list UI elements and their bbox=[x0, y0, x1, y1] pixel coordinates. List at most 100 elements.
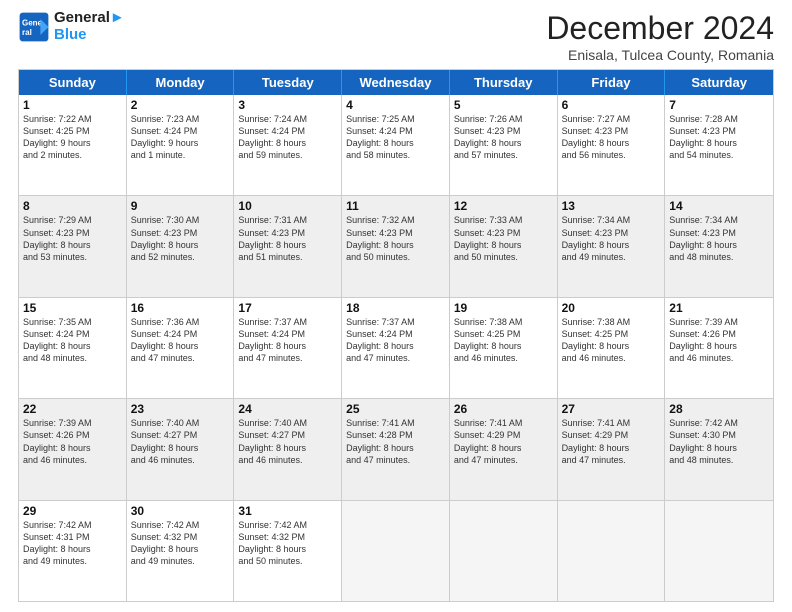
cell-info: Sunrise: 7:24 AMSunset: 4:24 PMDaylight:… bbox=[238, 113, 337, 162]
month-title: December 2024 bbox=[546, 10, 774, 47]
cell-info: Sunrise: 7:35 AMSunset: 4:24 PMDaylight:… bbox=[23, 316, 122, 365]
day-number: 11 bbox=[346, 199, 445, 213]
day-number: 24 bbox=[238, 402, 337, 416]
day-number: 20 bbox=[562, 301, 661, 315]
calendar-cell-24: 24Sunrise: 7:40 AMSunset: 4:27 PMDayligh… bbox=[234, 399, 342, 499]
calendar-cell-empty-6 bbox=[665, 501, 773, 601]
cell-info: Sunrise: 7:41 AMSunset: 4:29 PMDaylight:… bbox=[454, 417, 553, 466]
calendar-cell-21: 21Sunrise: 7:39 AMSunset: 4:26 PMDayligh… bbox=[665, 298, 773, 398]
logo-line1: General► bbox=[54, 10, 125, 27]
cell-info: Sunrise: 7:34 AMSunset: 4:23 PMDaylight:… bbox=[562, 214, 661, 263]
day-number: 4 bbox=[346, 98, 445, 112]
cell-info: Sunrise: 7:29 AMSunset: 4:23 PMDaylight:… bbox=[23, 214, 122, 263]
day-number: 6 bbox=[562, 98, 661, 112]
cell-info: Sunrise: 7:28 AMSunset: 4:23 PMDaylight:… bbox=[669, 113, 769, 162]
cell-info: Sunrise: 7:22 AMSunset: 4:25 PMDaylight:… bbox=[23, 113, 122, 162]
calendar-cell-28: 28Sunrise: 7:42 AMSunset: 4:30 PMDayligh… bbox=[665, 399, 773, 499]
cell-info: Sunrise: 7:41 AMSunset: 4:28 PMDaylight:… bbox=[346, 417, 445, 466]
day-number: 19 bbox=[454, 301, 553, 315]
day-number: 18 bbox=[346, 301, 445, 315]
day-number: 9 bbox=[131, 199, 230, 213]
calendar-cell-20: 20Sunrise: 7:38 AMSunset: 4:25 PMDayligh… bbox=[558, 298, 666, 398]
calendar: SundayMondayTuesdayWednesdayThursdayFrid… bbox=[18, 69, 774, 602]
day-number: 13 bbox=[562, 199, 661, 213]
cell-info: Sunrise: 7:36 AMSunset: 4:24 PMDaylight:… bbox=[131, 316, 230, 365]
calendar-cell-12: 12Sunrise: 7:33 AMSunset: 4:23 PMDayligh… bbox=[450, 196, 558, 296]
calendar-cell-15: 15Sunrise: 7:35 AMSunset: 4:24 PMDayligh… bbox=[19, 298, 127, 398]
header-day-friday: Friday bbox=[558, 70, 666, 95]
calendar-cell-8: 8Sunrise: 7:29 AMSunset: 4:23 PMDaylight… bbox=[19, 196, 127, 296]
calendar-cell-13: 13Sunrise: 7:34 AMSunset: 4:23 PMDayligh… bbox=[558, 196, 666, 296]
calendar-cell-31: 31Sunrise: 7:42 AMSunset: 4:32 PMDayligh… bbox=[234, 501, 342, 601]
day-number: 7 bbox=[669, 98, 769, 112]
calendar-cell-27: 27Sunrise: 7:41 AMSunset: 4:29 PMDayligh… bbox=[558, 399, 666, 499]
svg-text:ral: ral bbox=[22, 28, 32, 37]
cell-info: Sunrise: 7:30 AMSunset: 4:23 PMDaylight:… bbox=[131, 214, 230, 263]
cell-info: Sunrise: 7:42 AMSunset: 4:30 PMDaylight:… bbox=[669, 417, 769, 466]
cell-info: Sunrise: 7:33 AMSunset: 4:23 PMDaylight:… bbox=[454, 214, 553, 263]
logo-line2: Blue bbox=[54, 27, 125, 44]
logo-icon: Gene- ral bbox=[18, 11, 50, 43]
cell-info: Sunrise: 7:27 AMSunset: 4:23 PMDaylight:… bbox=[562, 113, 661, 162]
cell-info: Sunrise: 7:34 AMSunset: 4:23 PMDaylight:… bbox=[669, 214, 769, 263]
calendar-cell-18: 18Sunrise: 7:37 AMSunset: 4:24 PMDayligh… bbox=[342, 298, 450, 398]
day-number: 23 bbox=[131, 402, 230, 416]
day-number: 21 bbox=[669, 301, 769, 315]
calendar-row-3: 22Sunrise: 7:39 AMSunset: 4:26 PMDayligh… bbox=[19, 398, 773, 499]
cell-info: Sunrise: 7:37 AMSunset: 4:24 PMDaylight:… bbox=[346, 316, 445, 365]
cell-info: Sunrise: 7:31 AMSunset: 4:23 PMDaylight:… bbox=[238, 214, 337, 263]
day-number: 12 bbox=[454, 199, 553, 213]
calendar-cell-4: 4Sunrise: 7:25 AMSunset: 4:24 PMDaylight… bbox=[342, 95, 450, 195]
calendar-row-1: 8Sunrise: 7:29 AMSunset: 4:23 PMDaylight… bbox=[19, 195, 773, 296]
day-number: 8 bbox=[23, 199, 122, 213]
calendar-cell-29: 29Sunrise: 7:42 AMSunset: 4:31 PMDayligh… bbox=[19, 501, 127, 601]
calendar-cell-empty-4 bbox=[450, 501, 558, 601]
calendar-cell-11: 11Sunrise: 7:32 AMSunset: 4:23 PMDayligh… bbox=[342, 196, 450, 296]
logo-text-block: General► Blue bbox=[54, 10, 125, 43]
cell-info: Sunrise: 7:42 AMSunset: 4:32 PMDaylight:… bbox=[238, 519, 337, 568]
calendar-cell-23: 23Sunrise: 7:40 AMSunset: 4:27 PMDayligh… bbox=[127, 399, 235, 499]
cell-info: Sunrise: 7:25 AMSunset: 4:24 PMDaylight:… bbox=[346, 113, 445, 162]
day-number: 29 bbox=[23, 504, 122, 518]
calendar-row-0: 1Sunrise: 7:22 AMSunset: 4:25 PMDaylight… bbox=[19, 95, 773, 195]
header-day-thursday: Thursday bbox=[450, 70, 558, 95]
day-number: 25 bbox=[346, 402, 445, 416]
subtitle: Enisala, Tulcea County, Romania bbox=[546, 47, 774, 63]
day-number: 26 bbox=[454, 402, 553, 416]
cell-info: Sunrise: 7:38 AMSunset: 4:25 PMDaylight:… bbox=[454, 316, 553, 365]
calendar-cell-7: 7Sunrise: 7:28 AMSunset: 4:23 PMDaylight… bbox=[665, 95, 773, 195]
cell-info: Sunrise: 7:42 AMSunset: 4:32 PMDaylight:… bbox=[131, 519, 230, 568]
header-day-saturday: Saturday bbox=[665, 70, 773, 95]
calendar-cell-2: 2Sunrise: 7:23 AMSunset: 4:24 PMDaylight… bbox=[127, 95, 235, 195]
cell-info: Sunrise: 7:38 AMSunset: 4:25 PMDaylight:… bbox=[562, 316, 661, 365]
cell-info: Sunrise: 7:41 AMSunset: 4:29 PMDaylight:… bbox=[562, 417, 661, 466]
day-number: 1 bbox=[23, 98, 122, 112]
title-block: December 2024 Enisala, Tulcea County, Ro… bbox=[546, 10, 774, 63]
day-number: 14 bbox=[669, 199, 769, 213]
calendar-cell-empty-5 bbox=[558, 501, 666, 601]
calendar-row-2: 15Sunrise: 7:35 AMSunset: 4:24 PMDayligh… bbox=[19, 297, 773, 398]
cell-info: Sunrise: 7:40 AMSunset: 4:27 PMDaylight:… bbox=[131, 417, 230, 466]
calendar-cell-19: 19Sunrise: 7:38 AMSunset: 4:25 PMDayligh… bbox=[450, 298, 558, 398]
header-day-monday: Monday bbox=[127, 70, 235, 95]
cell-info: Sunrise: 7:39 AMSunset: 4:26 PMDaylight:… bbox=[23, 417, 122, 466]
day-number: 22 bbox=[23, 402, 122, 416]
calendar-cell-25: 25Sunrise: 7:41 AMSunset: 4:28 PMDayligh… bbox=[342, 399, 450, 499]
header-day-sunday: Sunday bbox=[19, 70, 127, 95]
day-number: 27 bbox=[562, 402, 661, 416]
cell-info: Sunrise: 7:40 AMSunset: 4:27 PMDaylight:… bbox=[238, 417, 337, 466]
logo: Gene- ral General► Blue bbox=[18, 10, 125, 43]
calendar-cell-16: 16Sunrise: 7:36 AMSunset: 4:24 PMDayligh… bbox=[127, 298, 235, 398]
page: Gene- ral General► Blue December 2024 En… bbox=[0, 0, 792, 612]
calendar-cell-5: 5Sunrise: 7:26 AMSunset: 4:23 PMDaylight… bbox=[450, 95, 558, 195]
calendar-cell-26: 26Sunrise: 7:41 AMSunset: 4:29 PMDayligh… bbox=[450, 399, 558, 499]
calendar-cell-6: 6Sunrise: 7:27 AMSunset: 4:23 PMDaylight… bbox=[558, 95, 666, 195]
calendar-header: SundayMondayTuesdayWednesdayThursdayFrid… bbox=[19, 70, 773, 95]
day-number: 3 bbox=[238, 98, 337, 112]
calendar-cell-30: 30Sunrise: 7:42 AMSunset: 4:32 PMDayligh… bbox=[127, 501, 235, 601]
calendar-cell-22: 22Sunrise: 7:39 AMSunset: 4:26 PMDayligh… bbox=[19, 399, 127, 499]
header-day-tuesday: Tuesday bbox=[234, 70, 342, 95]
cell-info: Sunrise: 7:26 AMSunset: 4:23 PMDaylight:… bbox=[454, 113, 553, 162]
calendar-cell-3: 3Sunrise: 7:24 AMSunset: 4:24 PMDaylight… bbox=[234, 95, 342, 195]
cell-info: Sunrise: 7:23 AMSunset: 4:24 PMDaylight:… bbox=[131, 113, 230, 162]
